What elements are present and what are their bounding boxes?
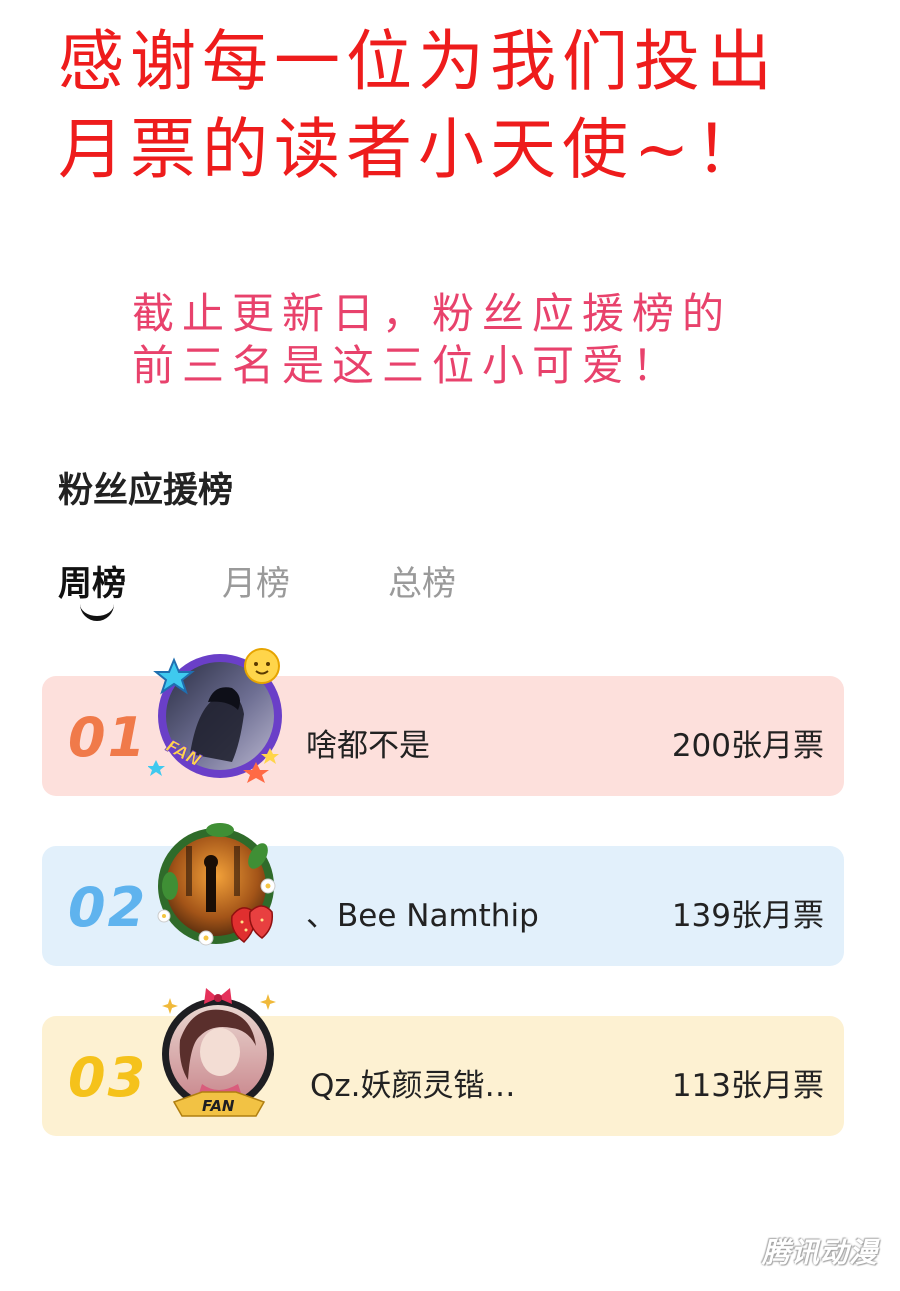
headline-line-1: 感谢每一位为我们投出	[58, 23, 778, 100]
svg-text:FAN: FAN	[202, 1097, 235, 1115]
fan-name: 、Bee Namthip	[306, 898, 539, 934]
rank-number: 01	[68, 706, 148, 769]
active-tab-indicator	[80, 598, 114, 621]
fan-name: Qz.妖颜灵锴…	[310, 1068, 516, 1104]
thank-you-headline: 感谢每一位为我们投出 月票的读者小天使~！	[58, 18, 858, 194]
rank-number: 03	[68, 1046, 148, 1109]
ranking-tabs: 周榜 月榜 总榜	[58, 556, 558, 626]
avatar[interactable]: FAN	[152, 984, 292, 1124]
strawberry-icon	[231, 905, 274, 943]
avatar[interactable]: FAN	[147, 644, 288, 784]
board-title: 粉丝应援榜	[58, 471, 234, 511]
ranking-subtitle: 截止更新日，粉丝应援榜的 前三名是这三位小可爱！	[132, 288, 832, 392]
vote-count: 113张月票	[671, 1068, 824, 1104]
fan-name: 啥都不是	[306, 728, 430, 764]
smiley-sun-icon	[244, 648, 280, 684]
rank-number: 02	[68, 876, 148, 939]
subtitle-line-1: 截止更新日，粉丝应援榜的	[132, 289, 733, 338]
tab-monthly[interactable]: 月榜	[222, 556, 290, 605]
avatar[interactable]	[150, 816, 290, 956]
bow-icon	[204, 988, 232, 1004]
headline-line-2: 月票的读者小天使~！	[58, 111, 768, 188]
vote-count: 139张月票	[671, 898, 824, 934]
tab-total[interactable]: 总榜	[388, 556, 456, 605]
watermark-logo: 腾讯动漫	[761, 1236, 878, 1269]
vote-count: 200张月票	[671, 728, 824, 764]
subtitle-line-2: 前三名是这三位小可爱！	[132, 341, 683, 390]
